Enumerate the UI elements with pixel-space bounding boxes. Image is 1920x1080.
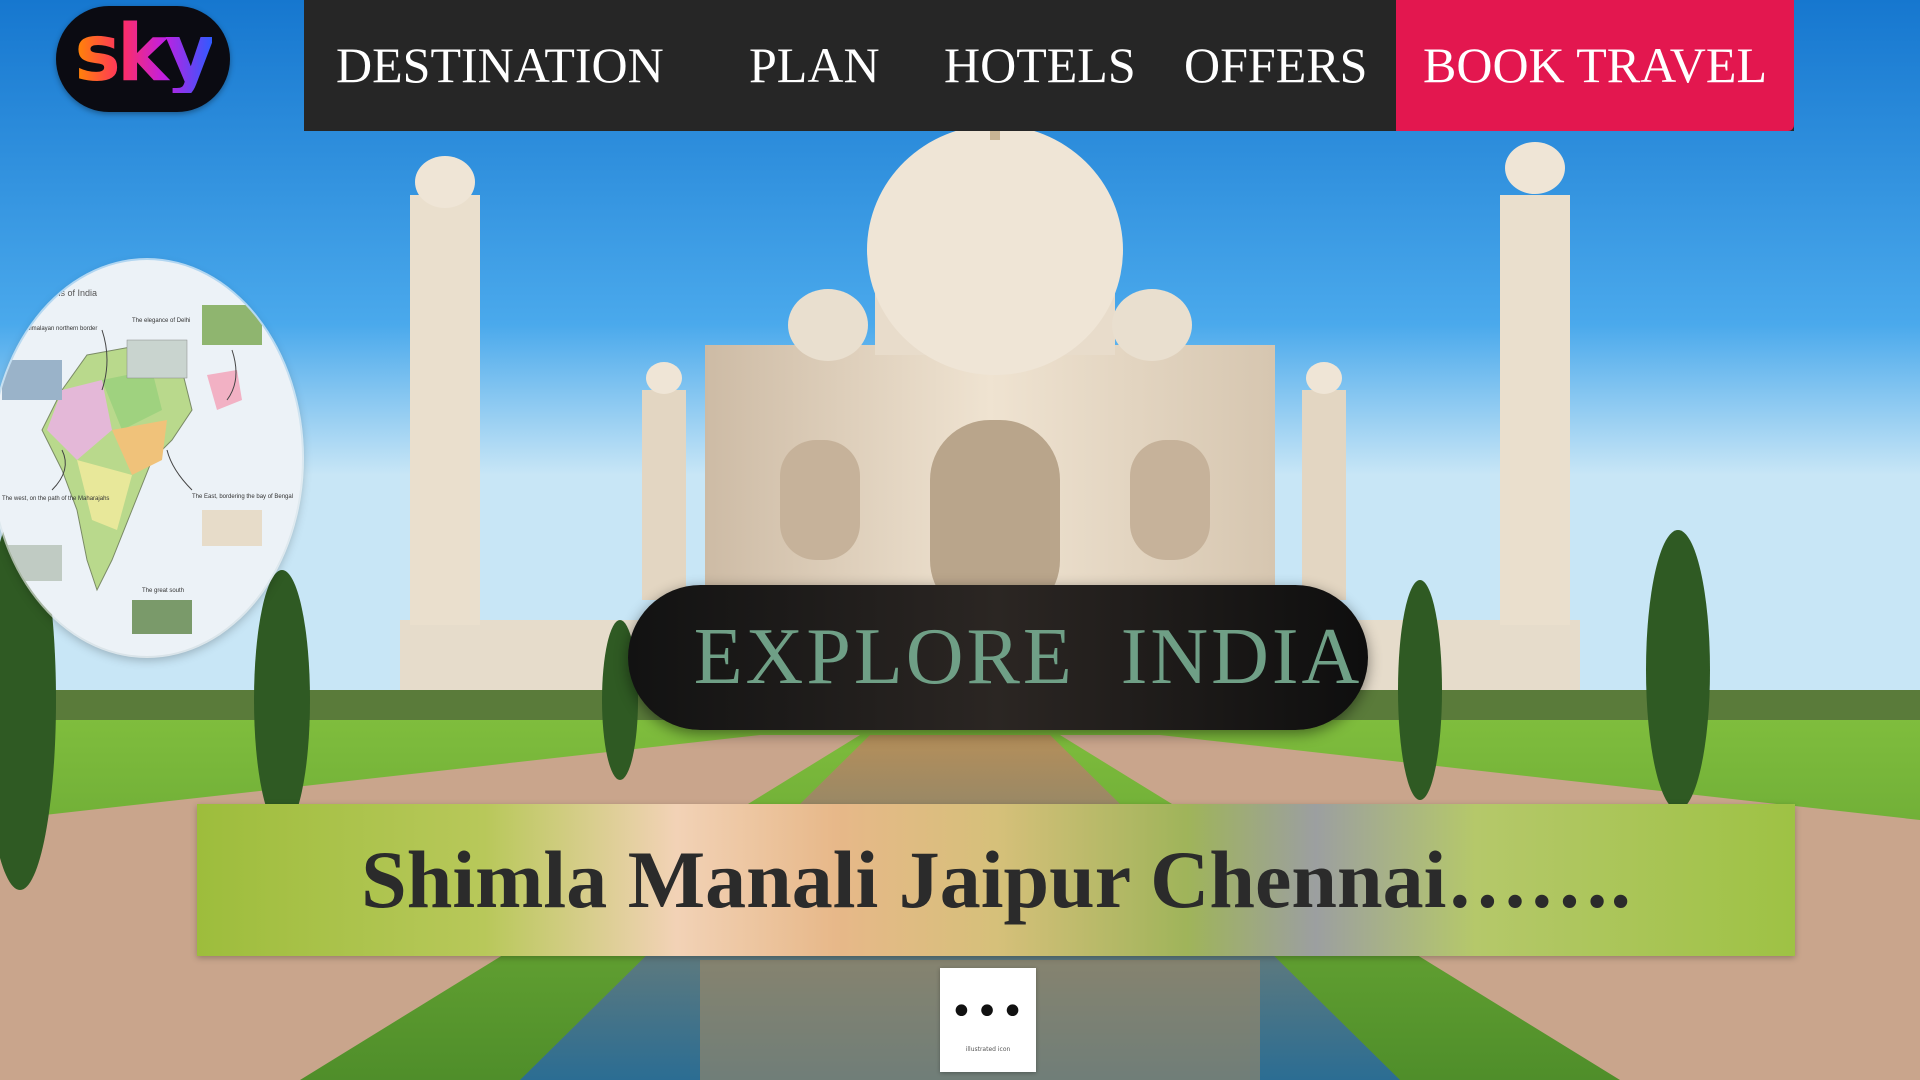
more-dots-icon: ••• [949,988,1027,1035]
map-caption: The great south [142,588,184,594]
nav-item-hotels[interactable]: HOTELS [944,0,1136,131]
explore-india-label: EXPLORE INDIA [693,613,1363,701]
nav-item-plan[interactable]: PLAN [749,0,880,131]
map-caption: The East, bordering the bay of Bengal [192,494,293,500]
map-caption: The elegance of Delhi [132,318,190,324]
more-caption: illustrated icon [965,1045,1011,1053]
map-illustration: Regions of India The Himalayan northern … [2,288,293,634]
cities-text: Shimla Manali Jaipur Chennai……. [361,834,1631,925]
logo-text: sky [74,9,215,99]
india-regions-map[interactable]: Regions of India The Himalayan northern … [0,260,302,656]
book-travel-button[interactable]: BOOK TRAVEL [1396,0,1794,131]
nav-item-destination[interactable]: DESTINATION [336,0,664,131]
top-navbar: DESTINATION PLAN HOTELS OFFERS BOOK TRAV… [304,0,1794,131]
more-button[interactable]: ••• illustrated icon [940,968,1036,1072]
nav-item-offers[interactable]: OFFERS [1184,0,1367,131]
sky-logo[interactable]: sky [56,6,230,112]
page: sky DESTINATION PLAN HOTELS OFFERS BOOK … [0,0,1920,1080]
cities-banner: Shimla Manali Jaipur Chennai……. [197,804,1795,956]
map-caption: The west, on the path of the Maharajahs [2,496,109,502]
explore-india-button[interactable]: EXPLORE INDIA [628,585,1368,730]
